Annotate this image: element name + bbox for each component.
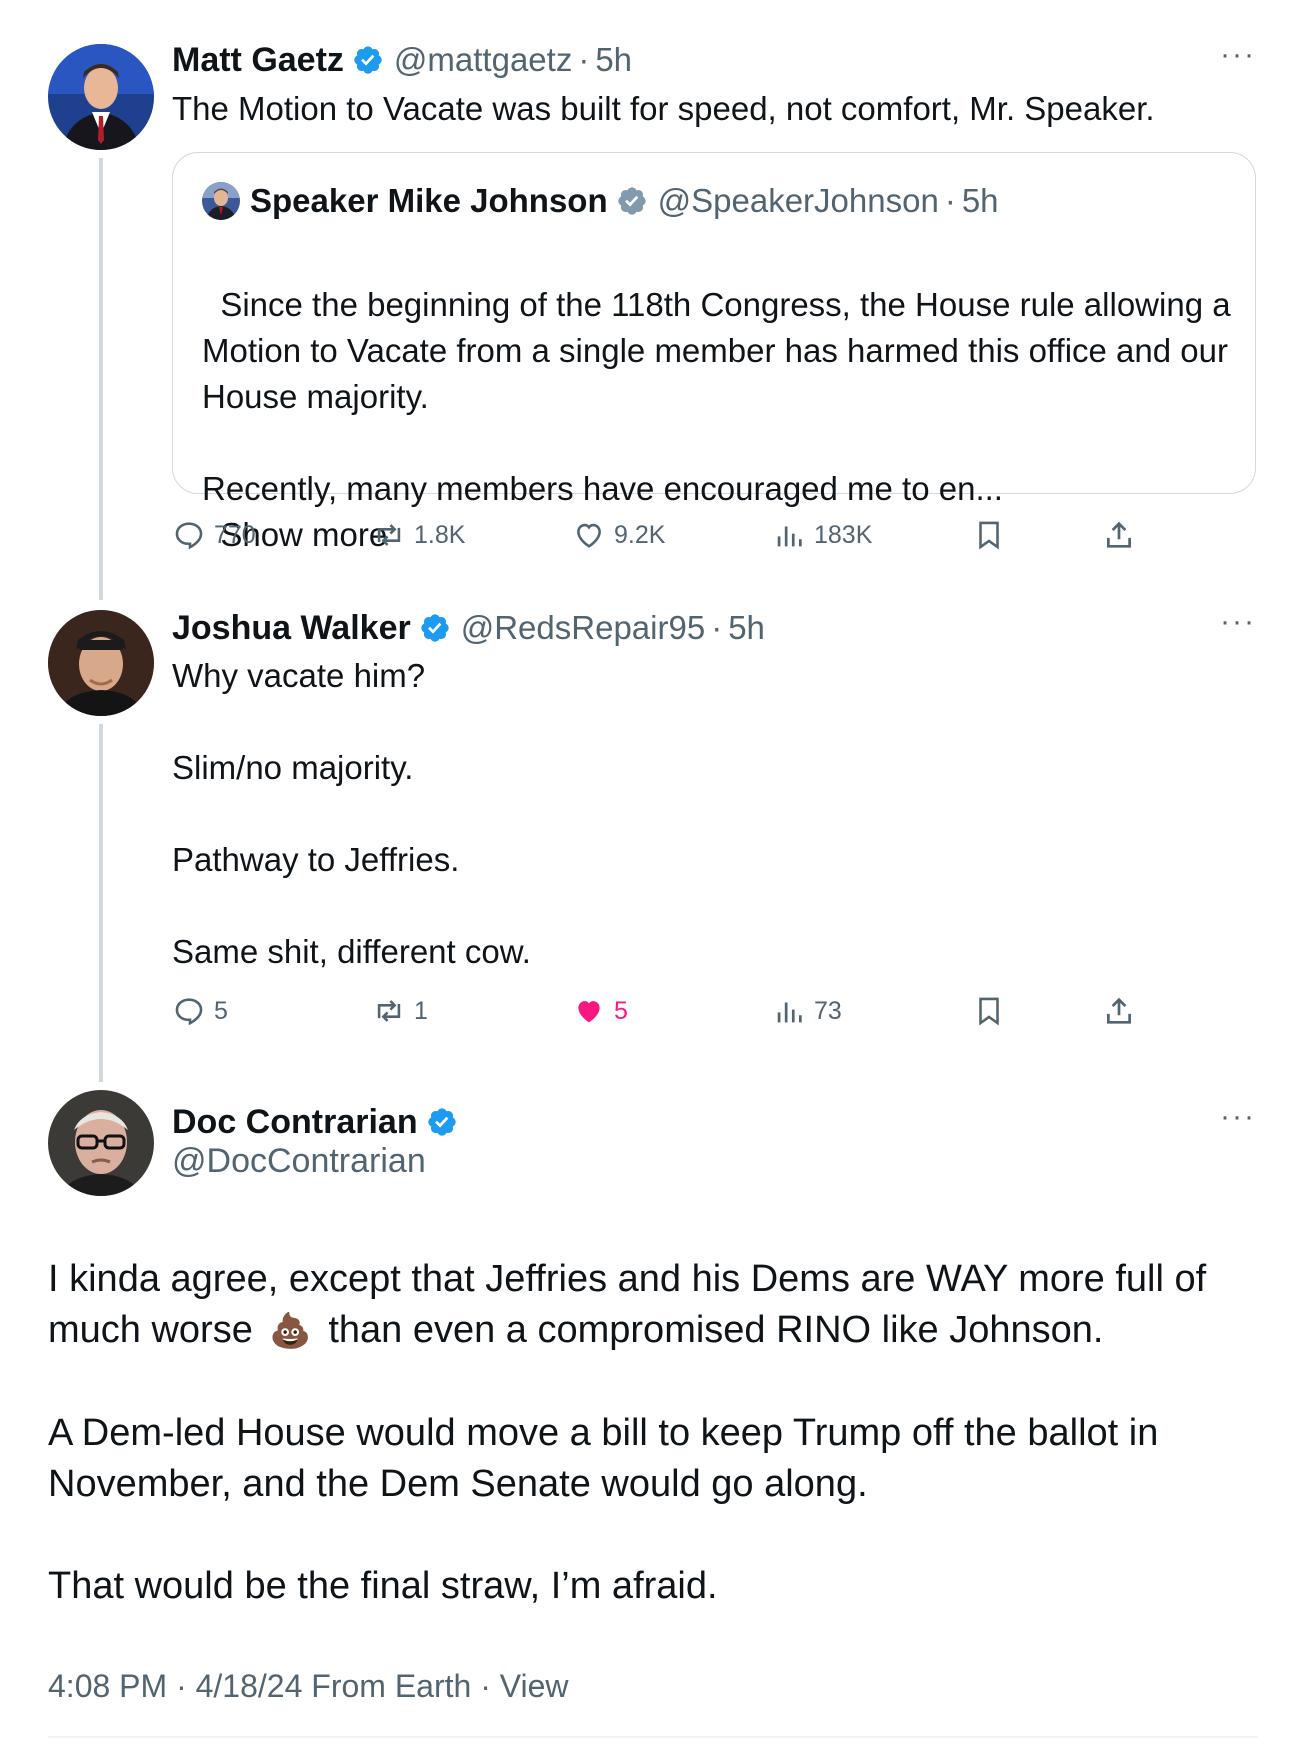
view-count: 183K [814, 520, 873, 549]
tweet-header: Joshua Walker @RedsRepair95 · 5h [172, 604, 765, 652]
tweet-header: Doc Contrarian [172, 1098, 468, 1146]
text-line: much worse 💩 than even a compromised RIN… [48, 1305, 1268, 1357]
author-handle[interactable]: @mattgaetz [394, 41, 572, 79]
views-icon [777, 526, 802, 547]
reply-count: 770 [214, 520, 256, 549]
more-options-icon[interactable]: ··· [1220, 38, 1256, 72]
quote-header: Speaker Mike Johnson @SpeakerJohnson · 5… [250, 178, 999, 224]
heart-filled-icon [578, 1001, 600, 1023]
repost-icon [377, 1000, 401, 1022]
author-handle[interactable]: @DocContrarian [172, 1142, 426, 1181]
view-count: 73 [814, 996, 842, 1025]
text-paragraph: That would be the final straw, I’m afrai… [48, 1565, 718, 1607]
quote-author-handle[interactable]: @SpeakerJohnson [658, 182, 939, 220]
reply-button[interactable]: 5 [172, 994, 228, 1028]
thread-line [99, 724, 103, 1082]
reply-button[interactable]: 770 [172, 518, 256, 552]
text-segment: than even a compromised RINO like Johnso… [328, 1309, 1104, 1351]
poop-emoji-icon: 💩 [269, 1312, 312, 1350]
reply-icon [175, 522, 203, 550]
focused-tweet-text: I kinda agree, except that Jeffries and … [48, 1254, 1268, 1612]
tweet-text: The Motion to Vacate was built for speed… [172, 90, 1155, 127]
repost-count: 1 [414, 996, 428, 1025]
text-segment: much worse [48, 1309, 253, 1351]
views-button[interactable]: 183K [772, 518, 872, 552]
repost-button[interactable]: 1 [372, 994, 428, 1028]
share-icon [1107, 997, 1131, 1024]
separator-dot: · [944, 182, 956, 219]
author-handle[interactable]: @RedsRepair95 [461, 609, 705, 647]
quote-text: Since the beginning of the 118th Congres… [202, 236, 1232, 558]
tweet-time[interactable]: 5h [728, 609, 765, 647]
share-button[interactable] [1102, 518, 1144, 552]
author-name[interactable]: Doc Contrarian [172, 1103, 418, 1142]
like-button[interactable]: 9.2K [572, 518, 665, 552]
action-bar: 770 1.8K 9.2K 183K [172, 515, 1152, 555]
repost-count: 1.8K [414, 520, 466, 549]
verified-badge-icon [617, 187, 646, 215]
separator-dot: · [711, 609, 723, 646]
avatar[interactable] [48, 1090, 154, 1196]
bookmark-icon [979, 521, 999, 550]
tweet-time[interactable]: 5h [595, 41, 632, 79]
share-button[interactable] [1102, 994, 1144, 1028]
avatar[interactable] [48, 610, 154, 716]
quote-time[interactable]: 5h [962, 182, 999, 220]
author-name[interactable]: Matt Gaetz [172, 41, 344, 80]
tweet-text: Why vacate him? Slim/no majority. Pathwa… [172, 657, 531, 970]
avatar[interactable] [48, 44, 154, 150]
repost-button[interactable]: 1.8K [372, 518, 465, 552]
avatar-image [48, 1090, 154, 1196]
views-button[interactable]: 73 [772, 994, 842, 1028]
avatar-image [48, 44, 154, 150]
action-bar: 5 1 5 73 [172, 991, 1152, 1031]
more-options-icon[interactable]: ··· [1220, 605, 1256, 639]
views-icon [777, 1002, 802, 1023]
text-line: I kinda agree, except that Jeffries and … [48, 1258, 1207, 1300]
quote-text-body: Since the beginning of the 118th Congres… [202, 286, 1231, 507]
tweet-meta-footer: 4:08 PM · 4/18/24 From Earth · View [48, 1668, 569, 1704]
avatar-image [48, 610, 154, 716]
tweet-header: Matt Gaetz @mattgaetz · 5h [172, 36, 632, 84]
reply-count: 5 [214, 996, 228, 1025]
heart-icon [577, 523, 601, 548]
quote-avatar [202, 182, 240, 220]
bookmark-button[interactable] [972, 518, 1014, 552]
verified-badge-icon [427, 1108, 456, 1136]
like-button[interactable]: 5 [572, 994, 628, 1028]
verified-badge-icon [421, 614, 449, 642]
repost-icon [377, 524, 401, 546]
thread-line [99, 158, 103, 600]
like-count: 5 [614, 996, 628, 1025]
text-paragraph: A Dem-led House would move a bill to kee… [48, 1412, 1159, 1505]
like-count: 9.2K [614, 520, 666, 549]
quote-author-name[interactable]: Speaker Mike Johnson [250, 182, 608, 220]
quote-avatar-image [202, 182, 240, 220]
share-icon [1107, 521, 1131, 548]
bookmark-icon [979, 997, 999, 1026]
author-name[interactable]: Joshua Walker [172, 609, 411, 648]
verified-badge-icon [354, 46, 382, 74]
divider [48, 1736, 1258, 1738]
reply-icon [175, 998, 203, 1026]
separator-dot: · [578, 41, 590, 78]
more-options-icon[interactable]: ··· [1220, 1100, 1256, 1134]
bookmark-button[interactable] [972, 994, 1014, 1028]
